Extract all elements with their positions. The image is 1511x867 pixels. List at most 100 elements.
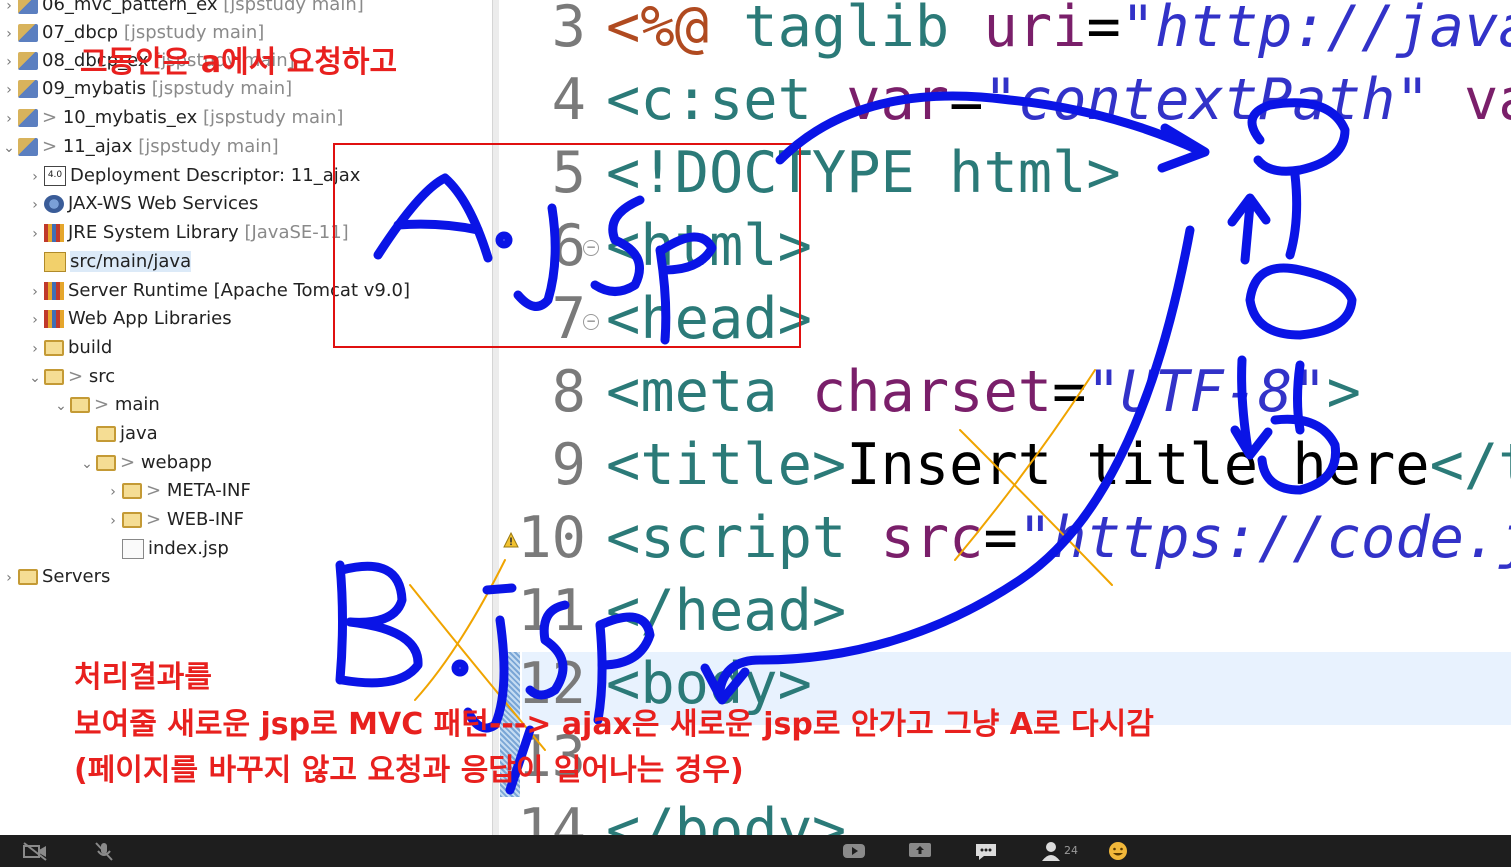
code-token: <%@	[606, 0, 744, 60]
tree-item-label: java	[120, 423, 158, 444]
code-token: =	[1086, 0, 1121, 60]
tree-item-label: index.jsp	[148, 538, 229, 559]
tree-item-deployment-descriptor[interactable]: › 4.0 Deployment Descriptor: 11_ajax	[28, 162, 360, 190]
line-number: 4	[551, 67, 586, 133]
expand-arrow-icon[interactable]: ›	[2, 20, 16, 48]
tree-item-label: 10_mybatis_ex	[62, 107, 198, 128]
collapse-arrow-icon[interactable]: ⌄	[54, 392, 68, 420]
expand-arrow-icon[interactable]: ›	[2, 0, 16, 20]
tree-item-jre-library[interactable]: › JRE System Library [JavaSE-11]	[28, 219, 349, 247]
folder-icon	[70, 397, 90, 413]
youtube-icon[interactable]	[842, 841, 866, 861]
library-icon	[44, 282, 64, 300]
expand-arrow-icon[interactable]: ›	[28, 278, 42, 306]
tree-item-src-main-java[interactable]: src/main/java	[28, 248, 192, 276]
code-line[interactable]: 14 </body>	[500, 794, 846, 835]
project-icon	[18, 109, 38, 127]
line-number: 11	[517, 578, 586, 644]
tree-item-src[interactable]: ⌄ > src	[28, 363, 115, 391]
tree-item-label: Servers	[42, 566, 111, 587]
project-icon	[18, 52, 38, 70]
video-off-icon[interactable]	[22, 841, 48, 861]
annotation-bottom-line-3: (페이지를 바꾸지 않고 요청과 응답이 일어나는 경우)	[74, 753, 744, 788]
chat-icon[interactable]	[974, 841, 998, 861]
tree-item-label: webapp	[140, 452, 212, 473]
code-token: =	[1052, 359, 1087, 425]
tree-item-jax-ws[interactable]: › JAX-WS Web Services	[28, 190, 258, 218]
expand-arrow-icon[interactable]: ›	[106, 478, 120, 506]
line-number: 3	[551, 0, 586, 60]
warning-icon[interactable]	[503, 532, 519, 548]
tree-item-label: META-INF	[166, 480, 251, 501]
expand-arrow-icon[interactable]: ›	[2, 105, 16, 133]
code-line[interactable]: 10<script src="https://code.jqu	[500, 502, 1511, 575]
expand-arrow-icon[interactable]: ›	[2, 76, 16, 104]
tree-item-06-mvc-pattern-ex[interactable]: › 06_mvc_pattern_ex [jspstudy main]	[2, 0, 364, 19]
tree-item-label: JAX-WS Web Services	[68, 193, 259, 214]
project-icon	[18, 24, 38, 42]
code-token: Insert title here	[846, 432, 1430, 498]
collapse-arrow-icon[interactable]: ⌄	[2, 134, 16, 162]
expand-arrow-icon[interactable]: ›	[28, 163, 42, 191]
tree-item-build[interactable]: › build	[28, 334, 112, 362]
tree-item-branch: [jspstudy main]	[151, 78, 293, 99]
share-screen-icon[interactable]	[908, 841, 932, 861]
tree-item-meta-inf[interactable]: › > META-INF	[106, 477, 251, 505]
code-token: taglib	[743, 0, 984, 60]
code-token: "http://java.s	[1120, 0, 1511, 60]
code-token: uri	[983, 0, 1087, 60]
tree-item-label: Deployment Descriptor: 11_ajax	[70, 165, 361, 186]
folder-icon	[96, 455, 116, 471]
collapse-arrow-icon[interactable]: ⌄	[80, 450, 94, 478]
expand-arrow-icon[interactable]: ›	[106, 507, 120, 535]
git-dirty-marker: >	[120, 452, 136, 473]
line-number: 8	[551, 359, 586, 425]
folder-icon	[44, 340, 64, 356]
expand-arrow-icon[interactable]: ›	[2, 48, 16, 76]
expand-arrow-icon[interactable]: ›	[28, 220, 42, 248]
project-icon	[18, 0, 38, 14]
git-dirty-marker: >	[42, 136, 58, 157]
expand-arrow-icon[interactable]: ›	[2, 564, 16, 592]
mic-off-icon[interactable]	[94, 841, 114, 861]
code-token: "contextPath"	[983, 67, 1464, 133]
git-dirty-marker: >	[94, 394, 110, 415]
tree-item-web-inf[interactable]: › > WEB-INF	[106, 506, 244, 534]
git-dirty-marker: >	[146, 480, 162, 501]
folder-icon	[18, 569, 38, 585]
tree-item-label: 09_mybatis	[42, 78, 146, 99]
code-line[interactable]: 4 <c:set var="contextPath" valu	[500, 64, 1511, 137]
tree-item-webapp[interactable]: ⌄ > webapp	[80, 449, 212, 477]
code-token: var	[846, 67, 950, 133]
code-token: src	[880, 505, 984, 571]
code-token: <c:set	[606, 67, 847, 133]
expand-arrow-icon[interactable]: ›	[28, 306, 42, 334]
tree-item-main[interactable]: ⌄ > main	[54, 391, 160, 419]
tree-item-java[interactable]: java	[80, 420, 158, 448]
code-token: charset	[811, 359, 1053, 425]
tree-item-label: src	[88, 366, 116, 387]
tree-item-label: JRE System Library	[68, 222, 239, 243]
highlight-rectangle	[333, 143, 801, 348]
tree-item-web-app-libraries[interactable]: › Web App Libraries	[28, 305, 232, 334]
expand-arrow-icon[interactable]: ›	[28, 335, 42, 363]
tree-item-index-jsp[interactable]: index.jsp	[106, 535, 229, 563]
code-line[interactable]: 8 <meta charset="UTF-8">	[500, 356, 1361, 429]
folder-icon	[96, 426, 116, 442]
tree-item-11-ajax[interactable]: ⌄ > 11_ajax [jspstudy main]	[2, 133, 279, 161]
tree-item-10-mybatis-ex[interactable]: › > 10_mybatis_ex [jspstudy main]	[2, 104, 343, 132]
tree-item-servers[interactable]: › Servers	[2, 563, 110, 591]
tree-item-branch: [jspstudy main]	[138, 136, 279, 157]
code-line[interactable]: 3 <%@ taglib uri="http://java.s	[500, 0, 1511, 64]
collapse-arrow-icon[interactable]: ⌄	[28, 364, 42, 392]
code-line[interactable]: 11 </head>	[500, 575, 846, 648]
code-line[interactable]: 9 <title>Insert title here</tit	[500, 429, 1511, 502]
project-icon	[18, 80, 38, 98]
reaction-emoji-icon[interactable]	[1106, 841, 1130, 861]
meeting-control-bar: 24	[0, 835, 1511, 867]
participants-icon[interactable]	[1040, 841, 1062, 861]
expand-arrow-icon[interactable]: ›	[28, 191, 42, 219]
library-icon	[44, 224, 64, 242]
tree-item-label: Web App Libraries	[68, 308, 232, 329]
code-token: =	[983, 505, 1018, 571]
